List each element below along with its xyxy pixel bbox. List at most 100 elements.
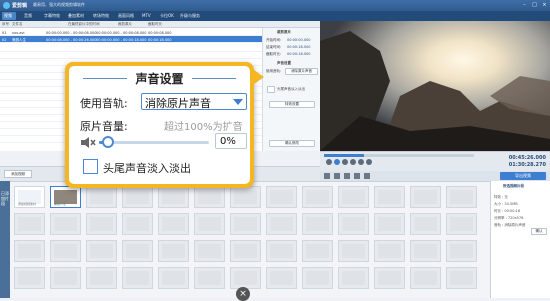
thumb-empty	[446, 186, 477, 208]
row-duration: 00:00:08.000	[148, 30, 172, 35]
tab-upgrade[interactable]: 升级与服务	[178, 12, 202, 20]
export-video-button[interactable]: 导出视频	[500, 172, 546, 180]
forward-icon[interactable]	[358, 159, 364, 165]
thumb-empty	[446, 240, 477, 262]
tab-video[interactable]: 视频	[2, 12, 16, 20]
thumb-empty	[194, 213, 225, 235]
props-resolution: 分辨率 : 720x576	[494, 216, 524, 220]
preview-image	[320, 21, 550, 151]
props-effect: 特效 : 无	[494, 195, 508, 199]
scissors-icon[interactable]	[324, 173, 330, 179]
thumb-empty	[50, 267, 81, 289]
camera-icon[interactable]	[354, 173, 360, 179]
header-filename: 文件名	[12, 22, 23, 26]
row-filename: 美丽人生	[12, 37, 26, 42]
next-frame-icon[interactable]	[350, 159, 356, 165]
thumb-empty	[338, 267, 369, 289]
row-filename: xxx.avi	[12, 30, 25, 35]
chevron-down-icon	[233, 99, 243, 105]
add-video-button[interactable]: 添加视频	[4, 170, 32, 178]
thumb-empty	[158, 186, 189, 208]
fullscreen-icon[interactable]	[366, 159, 372, 165]
thumb-empty	[374, 213, 405, 235]
play-icon[interactable]	[334, 159, 340, 165]
seek-progress	[324, 154, 364, 157]
props-confirm-button[interactable]: 确认	[531, 228, 547, 235]
thumb-empty	[374, 240, 405, 262]
thumb-empty	[338, 240, 369, 262]
thumb-empty	[158, 213, 189, 235]
props-track: 音轨 : 消除原片声音	[494, 223, 526, 227]
split-icon[interactable]	[334, 173, 340, 179]
duration-label: 截取时长:	[266, 52, 282, 56]
volume-input[interactable]: 0%	[215, 133, 247, 149]
tab-audio[interactable]: 音频	[22, 12, 34, 20]
volume-slider-thumb[interactable]	[102, 136, 114, 148]
start-time-value[interactable]: 00:00:00.000	[287, 38, 311, 42]
thumb-empty	[338, 186, 369, 208]
thumb-empty	[302, 267, 333, 289]
thumb-empty	[302, 240, 333, 262]
tab-subtitle-effects[interactable]: 字幕特效	[42, 12, 62, 20]
close-button[interactable]: ×	[541, 2, 548, 8]
volume-slider-track[interactable]	[99, 141, 209, 144]
duration-value: 00:00:18.000	[287, 52, 311, 56]
effect-settings-button[interactable]: 特效设置	[269, 101, 315, 108]
thumb-empty	[122, 267, 153, 289]
prev-icon[interactable]	[326, 159, 332, 165]
table-row[interactable]: 01 xxx.avi 00:00:00.000 - 00:00:08.000 0…	[0, 29, 262, 36]
tab-overlay[interactable]: 叠加素材	[66, 12, 86, 20]
fade-checkbox[interactable]	[83, 159, 98, 174]
thumb-empty	[230, 213, 261, 235]
current-time: 00:45:26.000	[508, 155, 546, 161]
stop-icon[interactable]	[342, 159, 348, 165]
thumb-empty	[374, 186, 405, 208]
minimize-button[interactable]: –	[521, 2, 528, 8]
thumb-empty	[266, 240, 297, 262]
clip-list-header: 序号 文件名 在最终影片中的时间 裁剪原片 截取时长	[0, 21, 320, 28]
playback-bar: 00:45:26.000 01:30:28.270	[320, 151, 550, 171]
thumb-clip-selected[interactable]: 美丽人生	[50, 186, 81, 208]
tab-karaoke[interactable]: 卡拉OK	[158, 12, 176, 20]
tab-mtv[interactable]: MTV	[140, 12, 153, 20]
track-select[interactable]: 消除原片声音	[141, 93, 247, 110]
thumb-empty	[266, 267, 297, 289]
tab-styles[interactable]: 画面风格	[116, 12, 136, 20]
fade-label: 头尾声音淡入淡出	[103, 162, 191, 175]
storyboard-side-label: 已添加片段	[1, 191, 9, 206]
thumb-label: 美丽人生	[54, 202, 67, 206]
thumb-empty	[230, 240, 261, 262]
header-clip: 裁剪原片	[118, 22, 132, 26]
fade-checkbox-mini[interactable]	[267, 86, 275, 93]
folder-icon[interactable]	[344, 173, 350, 179]
clip-settings-title: 裁剪原片	[277, 30, 291, 34]
row-index: 02	[2, 37, 7, 42]
track-select-mini[interactable]: 消除原片声音	[285, 68, 318, 75]
thumb-empty	[230, 186, 261, 208]
thumb-add-video[interactable]: 添加视频素材	[14, 186, 45, 208]
settings-icon[interactable]	[364, 173, 370, 179]
storyboard-side-tab[interactable]: 已添加片段	[0, 181, 10, 298]
table-row-selected[interactable]: 02 美丽人生 00:00:08.000 - 00:00:26.000 00:0…	[0, 36, 262, 43]
thumb-empty	[266, 213, 297, 235]
end-time-value[interactable]: 00:00:18.000	[287, 45, 311, 49]
confirm-edit-button[interactable]: 确认修改	[269, 140, 315, 147]
thumb-empty	[86, 213, 117, 235]
app-subtitle: 最易用、强大的视频剪辑软件	[33, 2, 85, 7]
thumb-empty	[122, 213, 153, 235]
props-duration: 时长 : 00:00:18	[494, 209, 521, 213]
thumb-empty	[446, 213, 477, 235]
thumb-empty	[14, 240, 45, 262]
maximize-button[interactable]: □	[531, 2, 538, 8]
speaker-mute-icon[interactable]	[80, 136, 96, 149]
close-icon[interactable]: ×	[236, 287, 250, 301]
props-title: 所选视频片段	[503, 184, 524, 188]
end-time-label: 结束时间:	[266, 45, 282, 49]
volume-hint: 超过100%为扩音	[164, 122, 243, 133]
thumb-empty	[122, 240, 153, 262]
track-label: 使用音轨:	[80, 97, 128, 110]
tab-transitions[interactable]: 转场特效	[91, 12, 111, 20]
thumb-empty	[446, 267, 477, 289]
header-final-time: 在最终影片中的时间	[68, 22, 100, 26]
preview-toolbar: 导出视频	[320, 171, 550, 181]
